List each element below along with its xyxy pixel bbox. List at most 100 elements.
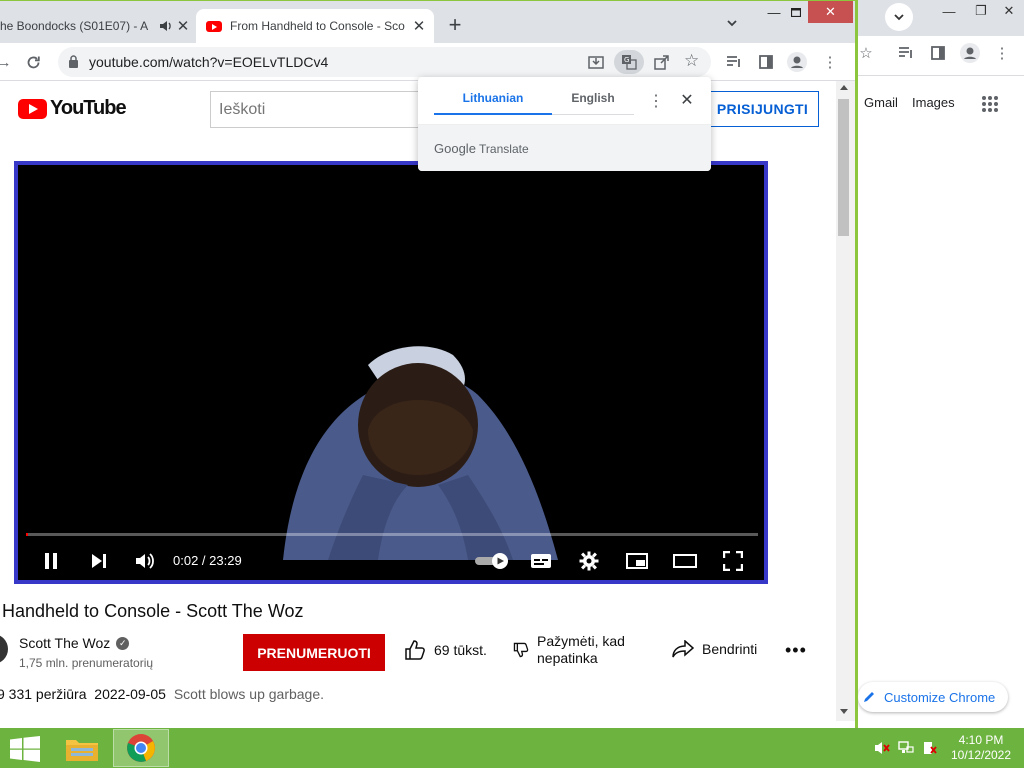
scroll-up-arrow-icon[interactable]: [840, 85, 848, 90]
gmail-link[interactable]: Gmail: [864, 95, 898, 110]
video-frame-person: [283, 346, 558, 560]
settings-button[interactable]: [576, 548, 602, 574]
translate-bubble: Lithuanian English ⋮ ✕ Google Translate: [418, 77, 711, 171]
next-icon: [92, 554, 106, 568]
action-center-tray-icon[interactable]: [922, 740, 938, 756]
reload-icon[interactable]: [23, 52, 43, 72]
tab-title: he Boondocks (S01E07) - A: [0, 19, 149, 33]
share-icon[interactable]: [654, 54, 670, 75]
tab-strip: he Boondocks (S01E07) - A ✕ From Handhel…: [0, 1, 855, 43]
google-translate-brand: Google Translate: [434, 141, 529, 156]
youtube-wordmark: YouTube: [50, 97, 127, 119]
tab-boondocks[interactable]: he Boondocks (S01E07) - A ✕: [0, 9, 192, 43]
windows-logo-icon: [10, 736, 40, 762]
search-input[interactable]: [210, 91, 440, 128]
subtitles-icon: [531, 554, 551, 568]
dislike-label: Pažymėti, kad nepatinka: [537, 633, 625, 667]
close-tab-icon[interactable]: ✕: [410, 17, 428, 35]
folder-icon: [66, 740, 98, 761]
subtitles-button[interactable]: [528, 548, 554, 574]
close-window-button[interactable]: ✕: [808, 1, 853, 23]
forward-icon[interactable]: →: [0, 52, 14, 72]
install-app-icon[interactable]: [588, 54, 604, 75]
progress-bar[interactable]: [26, 533, 758, 536]
background-tabstrip: — ❐ ✕: [855, 0, 1024, 36]
dislike-button[interactable]: Pažymėti, kad nepatinka: [513, 633, 625, 667]
side-panel-icon[interactable]: [756, 52, 776, 72]
source-language-tab[interactable]: Lithuanian: [434, 91, 552, 115]
translate-brand-text: Translate: [479, 142, 529, 156]
system-clock[interactable]: 4:10 PM 10/12/2022: [948, 733, 1014, 763]
menu-kebab-icon[interactable]: ⋮: [820, 52, 840, 72]
close-tab-icon[interactable]: ✕: [174, 17, 192, 35]
minimize-button[interactable]: —: [933, 0, 965, 22]
minimize-button[interactable]: —: [760, 1, 788, 23]
theater-mode-button[interactable]: [672, 548, 698, 574]
customize-chrome-button[interactable]: Customize Chrome: [858, 682, 1008, 712]
volume-button[interactable]: [132, 548, 158, 574]
translate-options-icon[interactable]: ⋮: [648, 91, 664, 111]
pause-button[interactable]: [38, 548, 64, 574]
translate-icon[interactable]: G: [614, 50, 644, 74]
subscribe-button[interactable]: PRENUMERUOTI: [243, 634, 385, 671]
scroll-down-arrow-icon[interactable]: [840, 709, 848, 714]
address-bar[interactable]: youtube.com/watch?v=EOELvTLDCv4 G ☆: [58, 47, 711, 77]
thumbs-up-icon: [405, 640, 425, 660]
target-language-tab[interactable]: English: [552, 91, 634, 115]
tab-search-icon[interactable]: [722, 17, 742, 37]
start-button[interactable]: [10, 736, 40, 767]
profile-icon[interactable]: [959, 42, 981, 64]
youtube-logo[interactable]: YouTube: [18, 97, 127, 120]
video-player[interactable]: 0:02 / 23:29: [14, 161, 768, 584]
video-meta[interactable]: 9 331 peržiūra 2022-09-05 Scott blows up…: [0, 686, 324, 702]
tab-youtube[interactable]: From Handheld to Console - Sco ✕: [196, 9, 434, 43]
youtube-favicon-icon: [206, 20, 222, 32]
images-link[interactable]: Images: [912, 95, 955, 110]
scrollbar-thumb[interactable]: [838, 99, 849, 236]
volume-muted-tray-icon[interactable]: [874, 740, 890, 756]
miniplayer-button[interactable]: [624, 548, 650, 574]
view-count: 9 331 peržiūra: [0, 686, 87, 702]
reading-list-icon[interactable]: [724, 52, 744, 72]
taskbar-chrome[interactable]: [113, 729, 169, 767]
next-button[interactable]: [86, 548, 112, 574]
close-window-button[interactable]: ✕: [993, 0, 1024, 22]
sign-in-button[interactable]: PRISIJUNGTI: [706, 91, 819, 127]
reading-list-icon[interactable]: [895, 42, 917, 64]
maximize-button[interactable]: [786, 1, 806, 23]
speaker-icon[interactable]: [156, 20, 174, 32]
close-icon[interactable]: ✕: [677, 90, 697, 110]
description-snippet: Scott blows up garbage.: [173, 686, 325, 702]
lock-icon[interactable]: [68, 55, 79, 73]
svg-text:G: G: [624, 56, 629, 64]
taskbar: 4:10 PM 10/12/2022: [0, 728, 1024, 768]
channel-avatar[interactable]: [0, 634, 8, 664]
side-panel-icon[interactable]: [927, 42, 949, 64]
fullscreen-button[interactable]: [720, 548, 746, 574]
page-scrollbar[interactable]: [836, 81, 855, 721]
thumbs-down-icon: [513, 642, 529, 658]
share-button[interactable]: Bendrinti: [672, 640, 757, 658]
menu-kebab-icon[interactable]: ⋮: [991, 42, 1013, 64]
chrome-icon: [127, 734, 155, 762]
channel-name-row[interactable]: Scott The Woz ✓: [19, 635, 130, 651]
like-button[interactable]: 69 tūkst.: [404, 640, 487, 660]
more-actions-icon[interactable]: •••: [785, 640, 807, 661]
network-tray-icon[interactable]: [898, 740, 914, 756]
video-title: m Handheld to Console - Scott The Woz: [0, 601, 304, 621]
share-arrow-icon: [672, 640, 694, 658]
new-tab-button[interactable]: +: [444, 14, 466, 37]
bookmark-star-icon[interactable]: ☆: [684, 51, 699, 71]
taskbar-file-explorer[interactable]: [54, 729, 110, 767]
apps-grid-icon[interactable]: [981, 95, 999, 113]
star-icon[interactable]: ☆: [855, 42, 877, 64]
toolbar: → youtube.com/watch?v=EOELvTLDCv4 G ☆: [0, 43, 855, 81]
background-toolbar: ☆ ⋮: [855, 36, 1024, 76]
profile-icon[interactable]: [787, 52, 807, 72]
chrome-window: he Boondocks (S01E07) - A ✕ From Handhel…: [0, 0, 858, 728]
url-text[interactable]: youtube.com/watch?v=EOELvTLDCv4: [89, 54, 328, 70]
autoplay-toggle[interactable]: [473, 548, 511, 574]
channel-name[interactable]: Scott The Woz: [19, 635, 110, 651]
tab-search-button[interactable]: [885, 3, 913, 31]
theater-icon: [673, 554, 697, 568]
